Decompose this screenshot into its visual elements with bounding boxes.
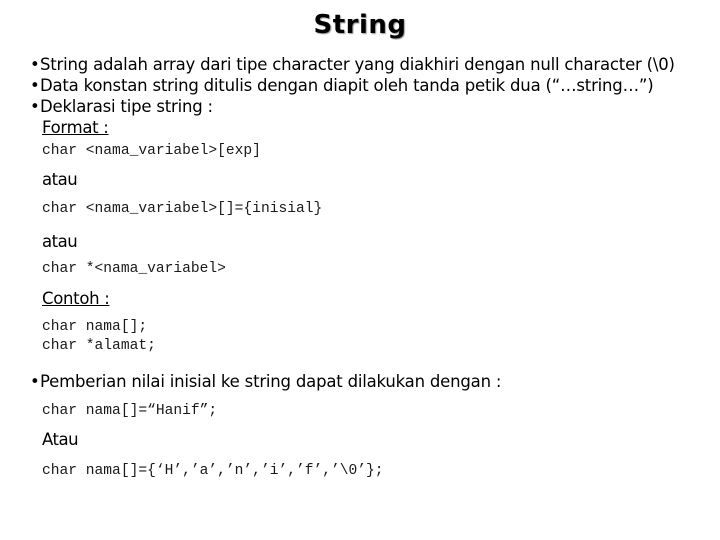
code-line: char <nama_variabel>[exp]	[42, 143, 261, 159]
connector-word: Atau	[42, 430, 79, 449]
bullet-item: •Data konstan string ditulis dengan diap…	[30, 76, 654, 96]
format-heading: Format :	[42, 118, 109, 137]
bullet-item: •Deklarasi tipe string :	[30, 97, 213, 117]
code-line: char *alamat;	[42, 338, 156, 354]
bullet-text: String adalah array dari tipe character …	[40, 55, 675, 74]
bullet-text: Data konstan string ditulis dengan diapi…	[40, 76, 654, 95]
bullet-icon: •	[30, 76, 40, 95]
code-line: char nama[];	[42, 319, 148, 335]
code-line: char <nama_variabel>[]={inisial}	[42, 201, 323, 217]
code-line: char nama[]=“Hanif”;	[42, 403, 218, 419]
example-heading: Contoh :	[42, 289, 110, 308]
bullet-text: Deklarasi tipe string :	[40, 97, 213, 116]
code-line: char nama[]={‘H’,’a’,’n’,’i’,’f’,’\0’};	[42, 463, 384, 479]
bullet-text: Pemberian nilai inisial ke string dapat …	[40, 372, 502, 391]
code-line: char *<nama_variabel>	[42, 261, 226, 277]
slide-title: String	[313, 10, 407, 40]
connector-word: atau	[42, 232, 78, 251]
bullet-item: •Pemberian nilai inisial ke string dapat…	[30, 372, 501, 392]
connector-word: atau	[42, 170, 78, 189]
bullet-icon: •	[30, 372, 40, 391]
bullet-icon: •	[30, 97, 40, 116]
bullet-icon: •	[30, 55, 40, 74]
bullet-item: •String adalah array dari tipe character…	[30, 55, 675, 75]
